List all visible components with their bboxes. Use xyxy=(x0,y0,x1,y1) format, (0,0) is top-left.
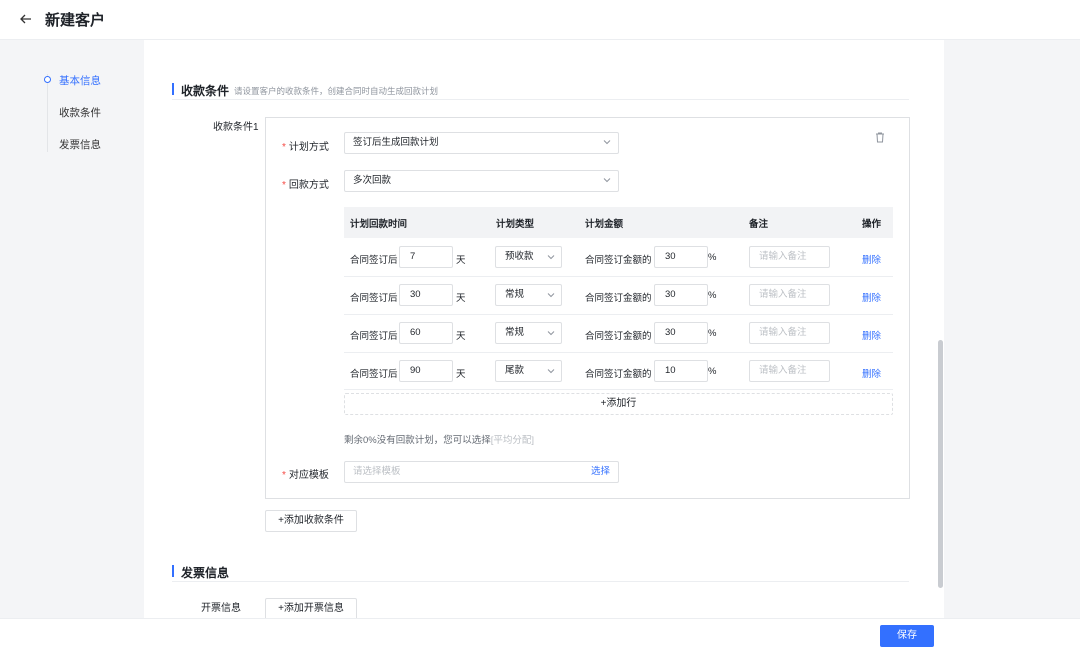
average-distribute-link[interactable]: [平均分配] xyxy=(491,435,534,446)
note-input[interactable]: 请输入备注 xyxy=(749,246,830,268)
arrow-left-icon[interactable] xyxy=(18,11,34,27)
plan-table-header: 计划回款时间 计划类型 计划金额 备注 操作 xyxy=(344,207,893,238)
active-dot-icon xyxy=(44,76,51,83)
percent-sign: % xyxy=(708,366,717,377)
row-prefix: 合同签订后 xyxy=(350,369,398,380)
col-action: 操作 xyxy=(862,219,882,230)
amount-prefix: 合同签订金额的 xyxy=(585,293,652,304)
condition-label: 收款条件1 xyxy=(213,122,259,133)
plan-type-select[interactable]: 常规 xyxy=(495,322,562,344)
note-input[interactable]: 请输入备注 xyxy=(749,360,830,382)
col-note: 备注 xyxy=(749,219,769,230)
remaining-text: 剩余0%没有回款计划，您可以选择 xyxy=(344,435,491,446)
trash-icon[interactable] xyxy=(874,131,886,143)
add-payment-condition-button[interactable]: +添加收款条件 xyxy=(265,510,357,532)
row-divider xyxy=(344,352,893,353)
plan-method-label: * 计划方式 xyxy=(282,142,329,153)
day-unit: 天 xyxy=(456,331,466,342)
section-divider xyxy=(172,99,909,100)
col-plan-amount: 计划金额 xyxy=(585,219,624,230)
page-title: 新建客户 xyxy=(45,12,106,29)
plan-type-select[interactable]: 常规 xyxy=(495,284,562,306)
percent-input[interactable]: 30 xyxy=(654,322,708,344)
row-divider xyxy=(344,276,893,277)
chevron-down-icon xyxy=(603,178,611,183)
col-plan-time: 计划回款时间 xyxy=(350,219,408,230)
add-row-button[interactable]: +添加行 xyxy=(344,393,893,415)
invoice-section-title: 发票信息 xyxy=(181,566,230,580)
col-plan-type: 计划类型 xyxy=(496,219,535,230)
percent-sign: % xyxy=(708,328,717,339)
required-mark: * xyxy=(282,470,286,481)
right-gutter xyxy=(944,40,1080,618)
amount-prefix: 合同签订金额的 xyxy=(585,255,652,266)
days-input[interactable]: 7 xyxy=(399,246,453,268)
chevron-down-icon xyxy=(547,369,555,374)
required-mark: * xyxy=(282,180,286,191)
return-method-label: * 回款方式 xyxy=(282,180,329,191)
day-unit: 天 xyxy=(456,293,466,304)
amount-prefix: 合同签订金额的 xyxy=(585,369,652,380)
payment-section-title: 收款条件 xyxy=(181,84,230,98)
percent-input[interactable]: 30 xyxy=(654,246,708,268)
nav-item-payment-terms[interactable]: 收款条件 xyxy=(59,105,101,120)
invoice-label: 开票信息 xyxy=(201,603,241,614)
chevron-down-icon xyxy=(603,140,611,145)
row-divider xyxy=(344,389,893,390)
scrollbar[interactable] xyxy=(938,340,943,588)
row-divider xyxy=(344,314,893,315)
return-method-select[interactable]: 多次回款 xyxy=(344,170,619,192)
payment-section-subtitle: 请设置客户的收款条件，创建合同时自动生成回款计划 xyxy=(234,86,439,96)
nav-item-invoice-info[interactable]: 发票信息 xyxy=(59,137,101,152)
section-divider xyxy=(172,581,909,582)
days-input[interactable]: 60 xyxy=(399,322,453,344)
delete-row-button[interactable]: 删除 xyxy=(862,328,881,342)
top-bar: 新建客户 xyxy=(0,0,1080,40)
plan-type-select[interactable]: 尾款 xyxy=(495,360,562,382)
add-invoice-button[interactable]: +添加开票信息 xyxy=(265,598,357,620)
remaining-hint: 剩余0%没有回款计划，您可以选择[平均分配] xyxy=(344,432,534,446)
day-unit: 天 xyxy=(456,369,466,380)
day-unit: 天 xyxy=(456,255,466,266)
nav-item-basic-info[interactable]: 基本信息 xyxy=(59,73,101,88)
template-input[interactable]: 请选择模板 选择 xyxy=(344,461,619,483)
note-input[interactable]: 请输入备注 xyxy=(749,322,830,344)
save-button[interactable]: 保存 xyxy=(880,625,934,647)
delete-row-button[interactable]: 删除 xyxy=(862,366,881,380)
delete-row-button[interactable]: 删除 xyxy=(862,252,881,266)
percent-sign: % xyxy=(708,252,717,263)
choose-template-button[interactable]: 选择 xyxy=(591,462,610,482)
percent-input[interactable]: 10 xyxy=(654,360,708,382)
chevron-down-icon xyxy=(547,255,555,260)
row-prefix: 合同签订后 xyxy=(350,331,398,342)
chevron-down-icon xyxy=(547,293,555,298)
template-label: * 对应模板 xyxy=(282,470,329,481)
amount-prefix: 合同签订金额的 xyxy=(585,331,652,342)
plan-type-select[interactable]: 预收款 xyxy=(495,246,562,268)
section-marker xyxy=(172,83,174,95)
plan-method-select[interactable]: 签订后生成回款计划 xyxy=(344,132,619,154)
section-marker xyxy=(172,565,174,577)
days-input[interactable]: 90 xyxy=(399,360,453,382)
percent-input[interactable]: 30 xyxy=(654,284,708,306)
nav-line xyxy=(47,74,48,152)
chevron-down-icon xyxy=(547,331,555,336)
row-prefix: 合同签订后 xyxy=(350,255,398,266)
delete-row-button[interactable]: 删除 xyxy=(862,290,881,304)
row-prefix: 合同签订后 xyxy=(350,293,398,304)
percent-sign: % xyxy=(708,290,717,301)
required-mark: * xyxy=(282,142,286,153)
note-input[interactable]: 请输入备注 xyxy=(749,284,830,306)
section-nav: 基本信息 收款条件 发票信息 xyxy=(0,40,144,618)
days-input[interactable]: 30 xyxy=(399,284,453,306)
